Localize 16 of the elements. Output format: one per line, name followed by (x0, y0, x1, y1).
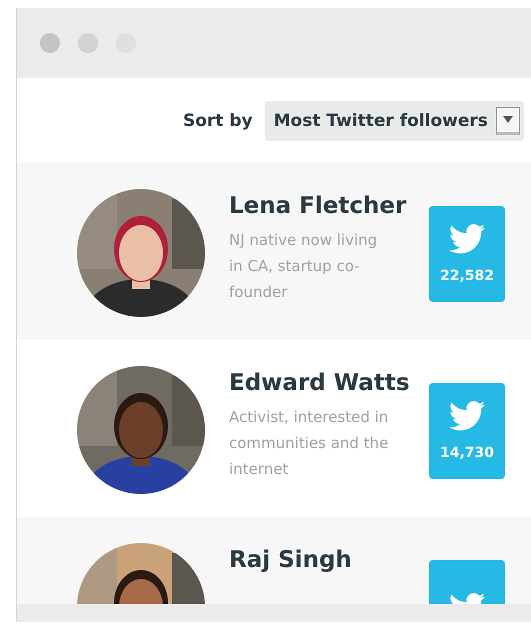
sort-label: Sort by (183, 110, 253, 130)
person-bio: NJ native now living in CA, startup co-founder (229, 230, 378, 303)
window-control[interactable] (78, 33, 98, 53)
person-name: Lena Fletcher (229, 193, 408, 219)
person-bio: Activist, interested in communities and the internet (229, 407, 389, 480)
person-name: Edward Watts (229, 370, 411, 396)
caret-icon[interactable] (496, 106, 520, 134)
twitter-badge[interactable]: 22,582 (429, 206, 505, 302)
sort-dropdown[interactable]: Most Twitter followers (264, 100, 524, 140)
bird-icon (449, 224, 485, 254)
person-name: Raj Singh (229, 547, 353, 573)
bird-icon (449, 401, 485, 431)
follower-count: 14,730 (440, 445, 494, 461)
window-control[interactable] (40, 33, 60, 53)
twitter-badge[interactable]: 14,730 (429, 383, 505, 479)
follower-count: 22,582 (440, 268, 494, 284)
